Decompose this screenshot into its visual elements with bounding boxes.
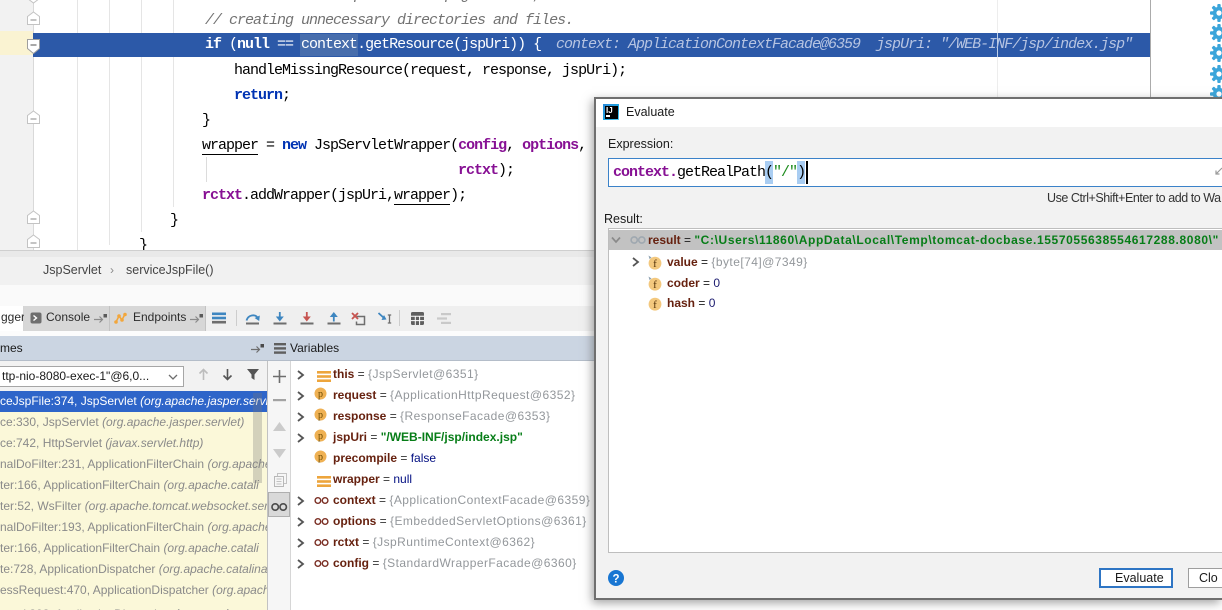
svg-text:f: f [653,299,657,311]
svg-text:f: f [653,279,657,291]
svg-text:?: ? [612,573,619,585]
svg-text:p: p [318,452,323,463]
svg-text:p: p [318,410,323,421]
svg-text:f: f [653,258,657,270]
svg-text:p: p [318,389,323,400]
svg-text:p: p [318,431,323,442]
